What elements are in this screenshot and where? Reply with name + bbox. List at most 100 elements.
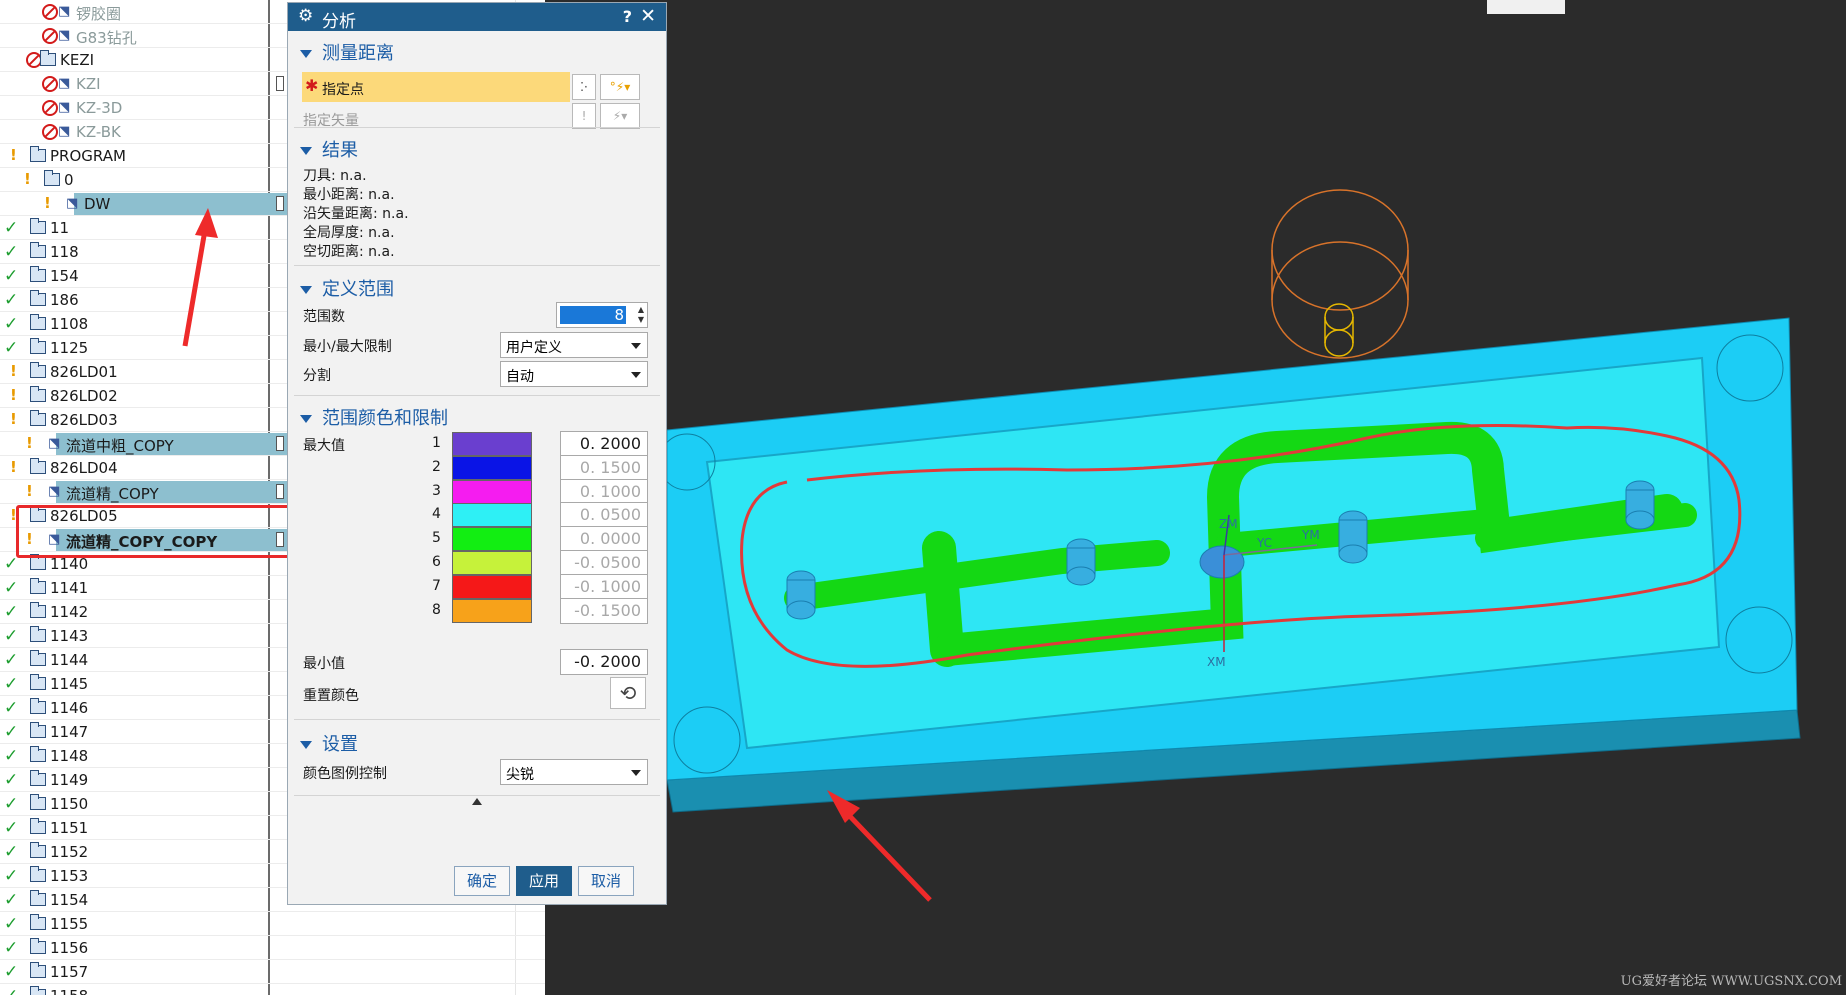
warning-icon: ! <box>10 362 17 380</box>
apply-button[interactable]: 应用 <box>516 866 572 896</box>
tree-row-label: 流道精_COPY <box>66 485 159 503</box>
tree-row-label: 1143 <box>50 627 89 645</box>
program-folder-icon <box>30 362 46 378</box>
range-color-swatch[interactable] <box>452 503 532 528</box>
program-folder-icon <box>30 842 46 858</box>
tree-row-label: 1147 <box>50 723 89 741</box>
complete-check-icon: ✓ <box>4 674 19 694</box>
section-results[interactable]: 结果 <box>300 136 358 162</box>
program-folder-icon <box>30 986 46 995</box>
tree-row-label: KZI <box>76 75 101 93</box>
vector-dialog-button[interactable]: ! <box>572 103 596 129</box>
section-range-colors[interactable]: 范围颜色和限制 <box>300 404 448 430</box>
range-color-swatch[interactable] <box>452 479 532 504</box>
vector-inference-dropdown[interactable]: ⚡▾ <box>600 103 640 129</box>
tree-row[interactable]: ✓ 1158 <box>0 984 545 995</box>
edit-state-icon <box>276 76 284 91</box>
program-folder-icon <box>30 338 46 354</box>
range-limit-field[interactable]: 0. 1500 <box>560 454 648 481</box>
range-count-value[interactable]: 8 <box>560 306 626 324</box>
min-value-field[interactable]: -0. 2000 <box>560 649 648 675</box>
graphics-window[interactable]: ZM YC YM XM UG爱好者论坛 WWW.UGSNX.COM <box>667 0 1846 995</box>
point-inference-dropdown[interactable]: °⚡▾ <box>600 74 640 100</box>
max-value-label: 最大值 <box>303 438 345 454</box>
program-folder-icon <box>40 50 56 66</box>
minmax-limit-dropdown[interactable]: 用户定义 <box>500 332 648 358</box>
range-color-swatch[interactable] <box>452 598 532 623</box>
range-count-label: 范围数 <box>303 309 345 325</box>
complete-check-icon: ✓ <box>4 866 19 886</box>
section-settings[interactable]: 设置 <box>300 730 358 756</box>
program-folder-icon <box>30 554 46 570</box>
tree-row-label: 1142 <box>50 603 89 621</box>
help-button[interactable]: ? <box>623 7 632 26</box>
tree-row-label: 11 <box>50 219 70 237</box>
tree-row-label: 1150 <box>50 795 89 813</box>
operation-icon: ⬔ <box>58 76 71 91</box>
program-folder-icon <box>30 698 46 714</box>
tree-row-label: 1149 <box>50 771 89 789</box>
complete-check-icon: ✓ <box>4 914 19 934</box>
specify-point-row[interactable]: ✱ 指定点 <box>302 72 570 102</box>
complete-check-icon: ✓ <box>4 266 19 286</box>
complete-check-icon: ✓ <box>4 818 19 838</box>
specify-point-label: 指定点 <box>322 82 364 98</box>
warning-icon: ! <box>26 482 33 500</box>
warning-icon: ! <box>10 386 17 404</box>
range-limit-field[interactable]: -0. 0500 <box>560 550 648 576</box>
program-folder-icon <box>30 770 46 786</box>
dropdown-arrow-icon <box>631 372 641 378</box>
tree-row-label: 154 <box>50 267 79 285</box>
range-color-swatch[interactable] <box>452 527 532 552</box>
result-tool: 刀具: n.a. <box>303 168 367 184</box>
tree-row-label: KZ-3D <box>76 99 123 117</box>
cutting-tool-wireframe <box>1271 189 1409 359</box>
result-vector-distance: 沿矢量距离: n.a. <box>303 206 409 222</box>
cancel-button[interactable]: 取消 <box>578 866 634 896</box>
reset-color-icon[interactable]: ⟲ <box>610 677 646 709</box>
program-folder-icon <box>30 746 46 762</box>
ok-button[interactable]: 确定 <box>454 866 510 896</box>
point-dialog-button[interactable]: ⁚· <box>572 74 596 100</box>
tree-row[interactable]: ✓ 1157 <box>0 960 545 984</box>
collapse-triangle-icon <box>300 50 312 58</box>
legend-control-value: 尖锐 <box>506 767 534 783</box>
annotation-highlight-box <box>16 505 291 558</box>
range-count-spinner[interactable]: 8 ▲ ▼ <box>556 302 648 328</box>
program-folder-icon <box>30 626 46 642</box>
axis-label-zm: ZM <box>1219 517 1238 531</box>
range-color-swatch[interactable] <box>452 455 532 480</box>
collapse-triangle-icon <box>300 415 312 423</box>
range-limit-field[interactable]: -0. 1500 <box>560 597 648 624</box>
complete-check-icon: ✓ <box>4 746 19 766</box>
range-color-swatch[interactable] <box>452 432 532 456</box>
tree-row-label: 锣胶圈 <box>76 5 122 23</box>
spinner-arrows-icon[interactable]: ▲ ▼ <box>638 305 644 325</box>
range-limit-field[interactable]: 0. 2000 <box>560 431 648 457</box>
range-index: 1 <box>432 435 441 451</box>
range-limit-field[interactable]: 0. 0000 <box>560 526 648 553</box>
collapse-up-icon[interactable] <box>472 798 482 805</box>
complete-check-icon: ✓ <box>4 578 19 598</box>
operation-icon: ⬔ <box>48 484 61 499</box>
range-color-swatch[interactable] <box>452 551 532 575</box>
range-color-swatch[interactable] <box>452 574 532 599</box>
tree-row[interactable]: ✓ 1156 <box>0 936 545 960</box>
close-button[interactable]: ✕ <box>640 5 656 27</box>
range-limit-field[interactable]: 0. 0500 <box>560 502 648 529</box>
range-limit-field[interactable]: 0. 1000 <box>560 478 648 505</box>
complete-check-icon: ✓ <box>4 770 19 790</box>
result-air-cut-distance: 空切距离: n.a. <box>303 244 395 260</box>
range-index: 2 <box>432 458 441 475</box>
complete-check-icon: ✓ <box>4 218 19 238</box>
legend-control-dropdown[interactable]: 尖锐 <box>500 759 648 785</box>
split-dropdown[interactable]: 自动 <box>500 361 648 387</box>
range-limit-field[interactable]: -0. 1000 <box>560 573 648 600</box>
program-folder-icon <box>30 602 46 618</box>
dialog-title-bar[interactable]: ⚙ 分析 ? ✕ <box>288 3 666 32</box>
tree-row[interactable]: ✓ 1155 <box>0 912 545 936</box>
range-index: 6 <box>432 554 441 570</box>
required-asterisk-icon: ✱ <box>305 76 319 95</box>
section-measure-distance[interactable]: 测量距离 <box>300 39 394 65</box>
section-define-range[interactable]: 定义范围 <box>300 275 394 301</box>
